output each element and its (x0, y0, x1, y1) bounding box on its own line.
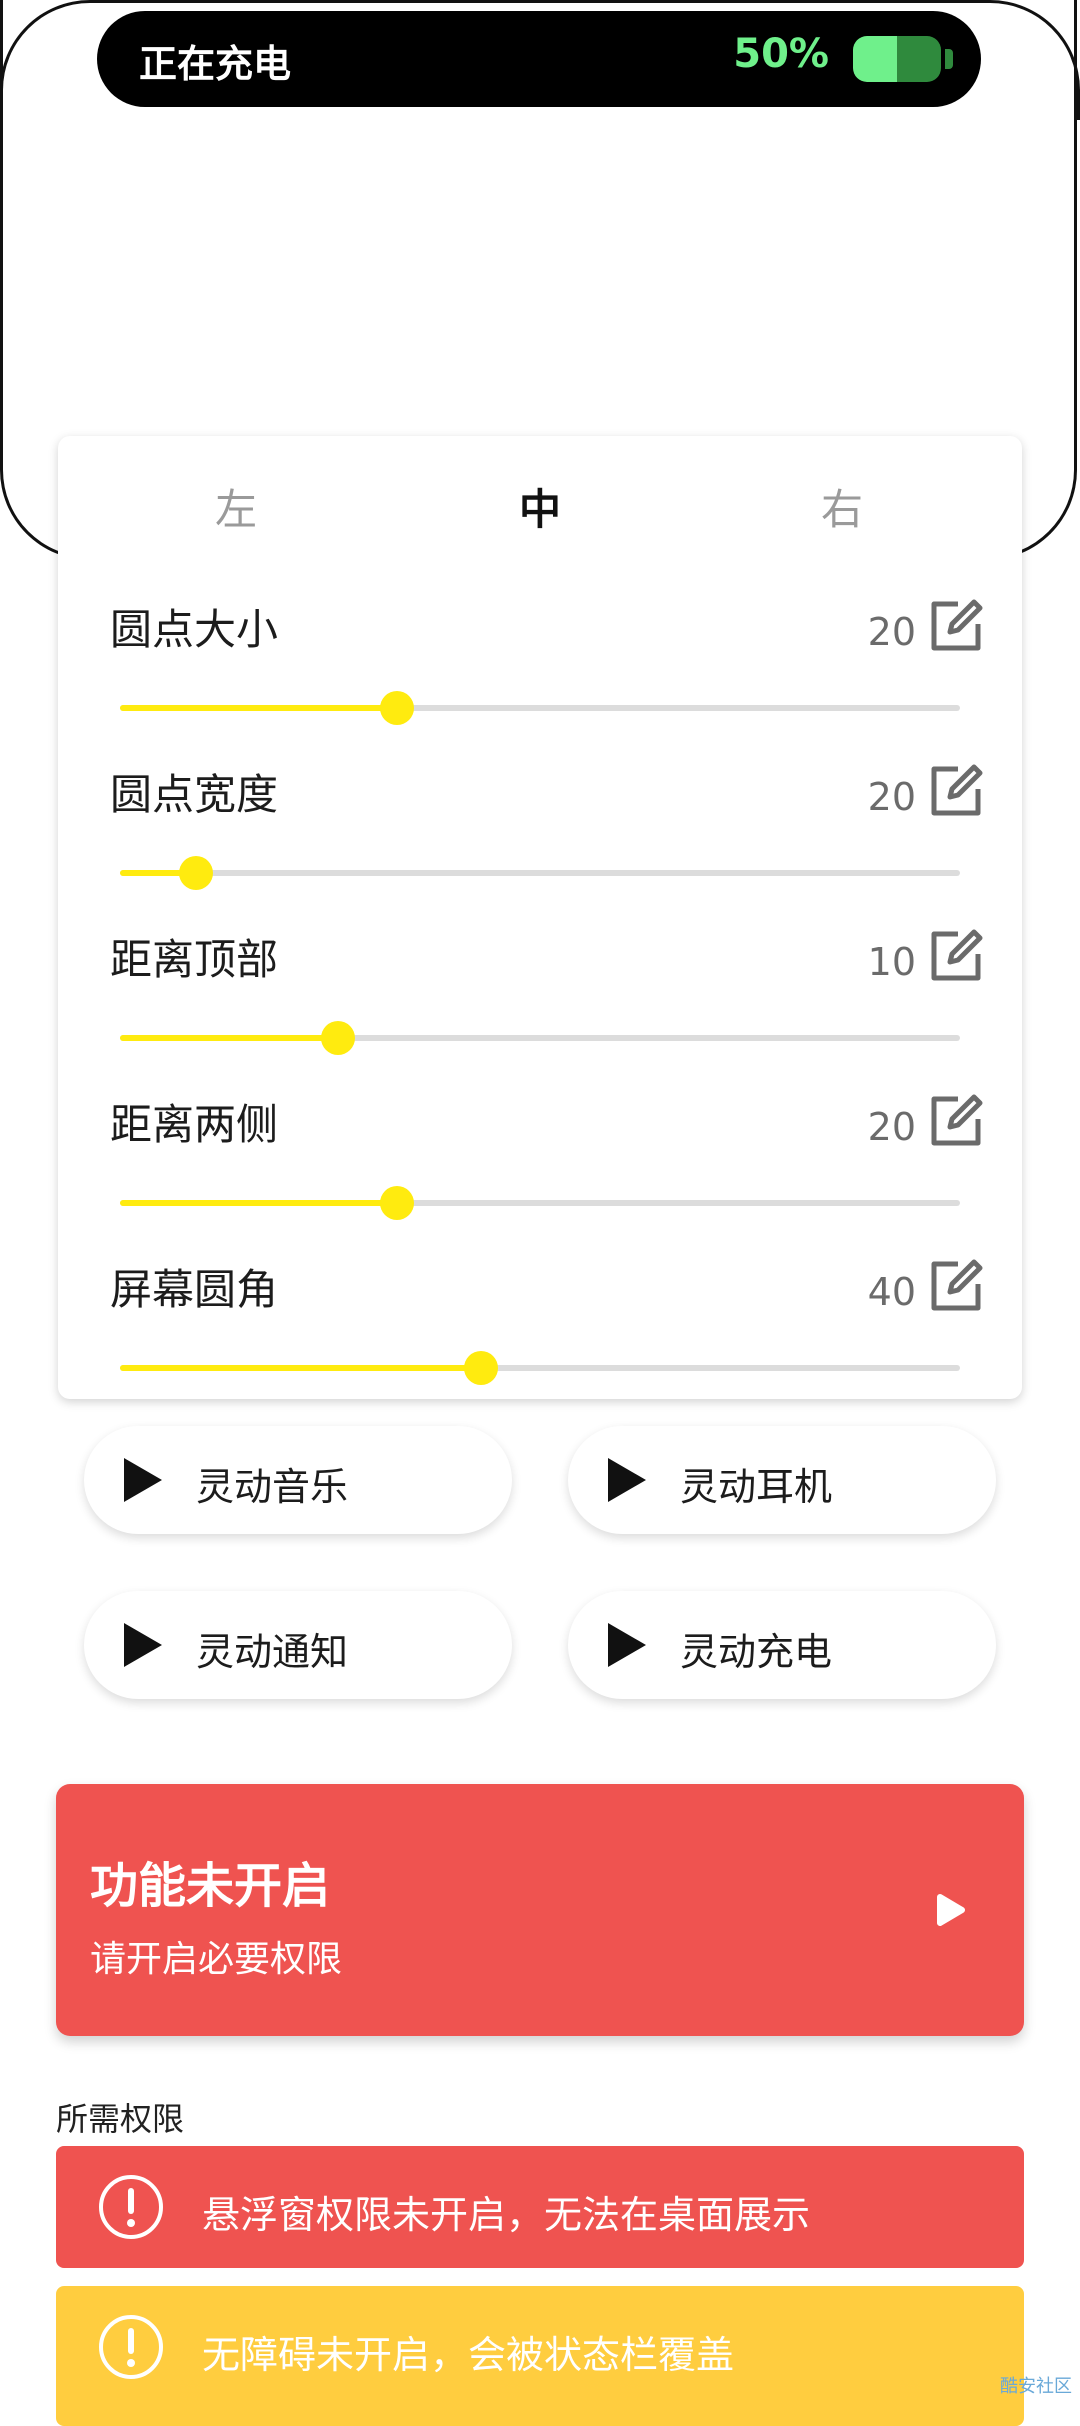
slider-thumb[interactable] (321, 1021, 356, 1055)
setting-row-top-distance: 距离顶部 10 (58, 926, 1022, 1086)
required-permissions-title: 所需权限 (56, 2100, 185, 2138)
settings-panel: 左 中 右 圆点大小 20 圆点宽度 20 距离顶部 10 距离两侧 20 屏幕… (58, 436, 1022, 1399)
setting-label: 距离顶部 (110, 935, 279, 984)
battery-tip (945, 49, 953, 69)
permission-text: 悬浮窗权限未开启，无法在桌面展示 (202, 2193, 811, 2237)
setting-value: 20 (867, 610, 916, 654)
battery-level-fill (853, 36, 897, 82)
edit-icon[interactable] (928, 928, 984, 984)
play-icon (608, 1623, 646, 1667)
play-icon (124, 1623, 162, 1667)
slider-fill (120, 1365, 482, 1371)
slider-thumb[interactable] (464, 1351, 499, 1385)
feature-button-music[interactable]: 灵动音乐 (84, 1426, 512, 1534)
slider-fill (120, 1035, 339, 1041)
tab-right[interactable]: 右 (782, 476, 902, 537)
feature-button-earphones[interactable]: 灵动耳机 (568, 1426, 996, 1534)
setting-value: 40 (867, 1270, 916, 1314)
setting-label: 屏幕圆角 (110, 1265, 279, 1314)
island-status-text: 正在充电 (139, 42, 292, 86)
feature-label: 灵动通知 (196, 1630, 349, 1674)
permission-item-accessibility[interactable]: 无障碍未开启，会被状态栏覆盖 (56, 2286, 1024, 2426)
tab-left[interactable]: 左 (176, 476, 296, 537)
setting-row-screen-radius: 屏幕圆角 40 (58, 1256, 1022, 1416)
edit-icon[interactable] (928, 1093, 984, 1149)
feature-label: 灵动音乐 (196, 1465, 349, 1509)
slider-thumb[interactable] (380, 691, 415, 725)
setting-row-dot-size: 圆点大小 20 (58, 596, 1022, 756)
setting-label: 圆点大小 (110, 605, 279, 654)
slider-thumb[interactable] (178, 856, 213, 890)
play-icon (608, 1458, 646, 1502)
permission-text: 无障碍未开启，会被状态栏覆盖 (202, 2333, 735, 2377)
watermark: 酷安社区 (1000, 2376, 1072, 2397)
feature-button-notification[interactable]: 灵动通知 (84, 1591, 512, 1699)
permission-item-overlay[interactable]: 悬浮窗权限未开启，无法在桌面展示 (56, 2146, 1024, 2268)
top-distance-slider[interactable] (120, 1021, 960, 1055)
dynamic-island-preview: 正在充电 50% (97, 11, 981, 107)
feature-label: 灵动充电 (680, 1630, 833, 1674)
slider-fill (120, 1200, 398, 1206)
setting-label: 圆点宽度 (110, 770, 279, 819)
feature-disabled-card[interactable]: 功能未开启 请开启必要权限 (56, 1784, 1024, 2036)
alert-subtitle: 请开启必要权限 (90, 1939, 343, 1980)
play-arrow-icon (937, 1894, 965, 1926)
setting-value: 20 (867, 1105, 916, 1149)
edit-icon[interactable] (928, 763, 984, 819)
setting-value: 20 (867, 775, 916, 819)
battery-icon (853, 36, 941, 82)
play-icon (124, 1458, 162, 1502)
setting-label: 距离两侧 (110, 1100, 279, 1149)
slider-fill (120, 705, 398, 711)
slider-thumb[interactable] (380, 1186, 415, 1220)
dot-width-slider[interactable] (120, 856, 960, 890)
side-distance-slider[interactable] (120, 1186, 960, 1220)
setting-row-dot-width: 圆点宽度 20 (58, 761, 1022, 921)
alert-title: 功能未开启 (90, 1858, 331, 1914)
warning-circle-icon (99, 2315, 163, 2379)
dot-size-slider[interactable] (120, 691, 960, 725)
feature-button-charging[interactable]: 灵动充电 (568, 1591, 996, 1699)
screen-radius-slider[interactable] (120, 1351, 960, 1385)
warning-circle-icon (99, 2175, 163, 2239)
feature-label: 灵动耳机 (680, 1465, 833, 1509)
setting-row-side-distance: 距离两侧 20 (58, 1091, 1022, 1251)
battery-percent: 50% (733, 31, 829, 77)
edit-icon[interactable] (928, 1258, 984, 1314)
tab-center[interactable]: 中 (480, 476, 600, 537)
setting-value: 10 (867, 940, 916, 984)
position-tabs: 左 中 右 (58, 476, 1022, 536)
edit-icon[interactable] (928, 598, 984, 654)
